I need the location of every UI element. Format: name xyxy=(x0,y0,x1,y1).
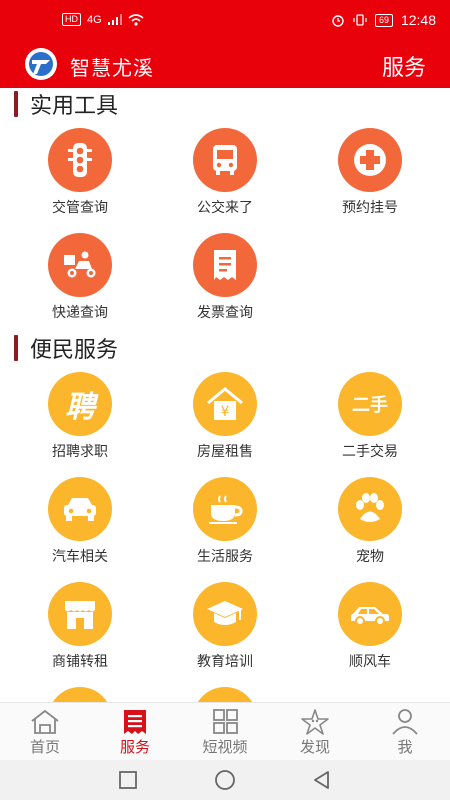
rideshare-car-icon xyxy=(338,582,402,646)
tab-label: 短视频 xyxy=(202,739,248,756)
tile-label: 发票查询 xyxy=(197,304,253,320)
person-icon xyxy=(392,709,418,735)
services-content[interactable]: 实用工具 交管查询 公交来了 预约挂号 快递查询 发票查询 便民服务 聘 招聘求… xyxy=(0,88,450,702)
tile-rideshare[interactable]: 顺风车 xyxy=(310,582,430,682)
hiring-icon: 聘 xyxy=(48,372,112,436)
tile-label: 汽车相关 xyxy=(52,548,108,564)
partial-icon xyxy=(48,687,112,702)
tile-secondhand[interactable]: 二手 二手交易 xyxy=(310,372,430,472)
house-glyph: ¥ xyxy=(221,404,230,420)
bus-icon xyxy=(193,128,257,192)
tile-pets[interactable]: 宠物 xyxy=(310,477,430,577)
tile-partial[interactable] xyxy=(20,687,140,702)
section-header-tools: 实用工具 xyxy=(14,88,118,120)
tile-label: 二手交易 xyxy=(342,443,398,459)
home-icon xyxy=(31,709,59,734)
tile-label: 房屋租售 xyxy=(197,443,253,459)
section-title: 实用工具 xyxy=(30,93,119,118)
tile-traffic-query[interactable]: 交管查询 xyxy=(20,128,140,228)
tab-discover[interactable]: 发现 xyxy=(270,703,360,761)
tab-label: 首页 xyxy=(29,739,60,756)
car-icon xyxy=(48,477,112,541)
vibrate-icon xyxy=(353,14,367,26)
tab-short-video[interactable]: 短视频 xyxy=(180,703,270,761)
network-label: 4G xyxy=(87,13,102,26)
page-title: 服务 xyxy=(381,55,426,80)
tile-housing[interactable]: ¥ 房屋租售 xyxy=(165,372,285,472)
bottom-tab-bar: 首页 服务 短视频 发现 我 xyxy=(0,702,450,761)
tab-label: 服务 xyxy=(119,739,150,756)
section-header-services: 便民服务 xyxy=(14,332,118,364)
tab-me[interactable]: 我 xyxy=(360,703,450,761)
starfish-icon xyxy=(301,709,329,735)
coffee-cup-icon xyxy=(193,477,257,541)
clock: 12:48 xyxy=(400,12,436,28)
secondhand-icon: 二手 xyxy=(338,372,402,436)
hiring-glyph: 聘 xyxy=(65,391,95,424)
tile-label: 预约挂号 xyxy=(342,199,398,215)
status-bar: HD 4G 69 12:48 xyxy=(0,0,450,40)
delivery-scooter-icon xyxy=(48,233,112,297)
tile-express[interactable]: 快递查询 xyxy=(20,233,140,333)
alarm-icon xyxy=(332,15,344,27)
app-logo-icon xyxy=(25,48,57,80)
tile-label: 快递查询 xyxy=(52,304,108,320)
home-button-icon[interactable] xyxy=(213,768,237,792)
tab-label: 发现 xyxy=(299,739,330,756)
tile-partial[interactable] xyxy=(165,687,285,702)
app-title: 智慧尤溪 xyxy=(70,58,154,80)
section-title: 便民服务 xyxy=(30,337,119,362)
graduation-cap-icon xyxy=(193,582,257,646)
tile-education[interactable]: 教育培训 xyxy=(165,582,285,682)
traffic-light-icon xyxy=(48,128,112,192)
tile-label: 教育培训 xyxy=(197,653,253,669)
tab-label: 我 xyxy=(397,739,413,756)
tile-bus[interactable]: 公交来了 xyxy=(165,128,285,228)
partial-icon xyxy=(193,687,257,702)
service-list-icon xyxy=(124,710,146,734)
shop-icon xyxy=(48,582,112,646)
section-marker xyxy=(14,91,18,117)
tile-label: 交管查询 xyxy=(52,199,108,215)
tile-appointment[interactable]: 预约挂号 xyxy=(310,128,430,228)
medical-cross-icon xyxy=(338,128,402,192)
tile-label: 商铺转租 xyxy=(52,653,108,669)
hd-badge: HD xyxy=(62,13,81,26)
grid-icon xyxy=(213,709,238,734)
tile-jobs[interactable]: 聘 招聘求职 xyxy=(20,372,140,472)
tile-invoice[interactable]: 发票查询 xyxy=(165,233,285,333)
house-icon: ¥ xyxy=(193,372,257,436)
tile-life-services[interactable]: 生活服务 xyxy=(165,477,285,577)
receipt-icon xyxy=(193,233,257,297)
tile-label: 招聘求职 xyxy=(52,443,108,459)
wifi-icon xyxy=(128,13,144,26)
tile-label: 公交来了 xyxy=(197,199,253,215)
tile-label: 生活服务 xyxy=(197,548,253,564)
tile-car[interactable]: 汽车相关 xyxy=(20,477,140,577)
app-header: 智慧尤溪 服务 xyxy=(0,40,450,88)
paw-icon xyxy=(338,477,402,541)
section-marker xyxy=(14,335,18,361)
signal-icon xyxy=(107,14,122,25)
system-nav-bar xyxy=(0,760,450,800)
tab-home[interactable]: 首页 xyxy=(0,703,90,761)
battery-level: 69 xyxy=(374,13,393,27)
tile-label: 宠物 xyxy=(356,548,384,564)
tab-service[interactable]: 服务 xyxy=(90,703,180,761)
recents-button-icon[interactable] xyxy=(116,768,140,792)
tile-shop-sublet[interactable]: 商铺转租 xyxy=(20,582,140,682)
back-button-icon[interactable] xyxy=(310,768,334,792)
tile-label: 顺风车 xyxy=(349,653,391,669)
secondhand-glyph: 二手 xyxy=(352,395,388,415)
